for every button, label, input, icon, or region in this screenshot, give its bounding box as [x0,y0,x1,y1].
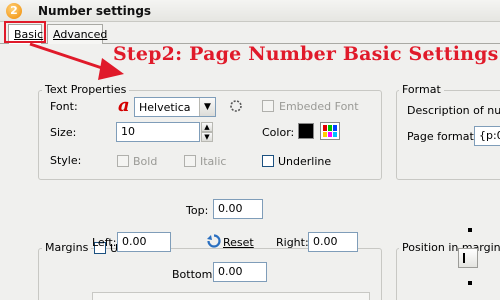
position-marker-bottom-icon [468,281,472,285]
size-label: Size: [50,126,77,139]
bottom-label: Bottom: [172,268,217,281]
position-marker-icon [468,228,472,232]
bottom-margin-input[interactable]: 0.00 [213,262,267,282]
refresh-icon[interactable] [228,98,244,114]
description-label: Description of numb [407,104,500,117]
position-title: Position in margins [399,241,500,254]
format-title: Format [399,83,444,96]
bold-checkbox[interactable] [117,155,129,167]
palette-cyan-icon [333,131,337,137]
page-format-label: Page format: [407,130,478,143]
underline-label: Underline [278,155,332,168]
left-margin-input[interactable]: 0.00 [117,232,171,252]
chevron-down-icon: ▼ [199,98,215,116]
top-label: Top: [186,204,209,217]
size-input[interactable]: 10 [116,122,200,142]
size-down-button[interactable]: ▼ [201,132,213,142]
palette-yellow-icon [323,131,327,137]
color-picker-button[interactable] [320,122,340,140]
palette-blue-icon [333,125,337,131]
window-title: Number settings [38,4,152,18]
color-swatch[interactable] [298,123,314,139]
color-label: Color: [262,126,295,139]
text-properties-title: Text Properties [42,83,130,96]
left-label: Left: [92,236,117,249]
palette-red-icon [323,125,327,131]
font-select-value: Helvetica [139,101,191,114]
palette-magenta-icon [328,131,332,137]
position-left-button[interactable] [458,248,478,268]
position-group [396,248,500,300]
font-label: Font: [50,100,78,113]
left-edge-icon [463,253,465,263]
margins-title: Margins [42,241,92,254]
bold-label: Bold [133,155,158,168]
embeded-font-checkbox[interactable] [262,100,274,112]
right-label: Right: [276,236,309,249]
size-up-button[interactable]: ▲ [201,122,213,132]
font-select[interactable]: Helvetica ▼ [134,97,216,117]
step-badge-icon: 2 [6,3,22,19]
step-annotation: Step2: Page Number Basic Settings [113,43,499,65]
palette-green-icon [328,125,332,131]
style-label: Style: [50,154,82,167]
margin-preview-box [92,292,370,300]
embeded-font-label: Embeded Font [279,100,359,113]
reset-button[interactable]: Reset [223,236,254,249]
italic-checkbox[interactable] [184,155,196,167]
reset-icon[interactable] [207,234,221,248]
underline-checkbox[interactable] [262,155,274,167]
italic-label: Italic [200,155,227,168]
right-margin-input[interactable]: 0.00 [308,232,358,252]
top-margin-input[interactable]: 0.00 [213,199,263,219]
font-type-icon: a [118,95,130,116]
page-format-input[interactable]: {p:0 [474,126,500,146]
